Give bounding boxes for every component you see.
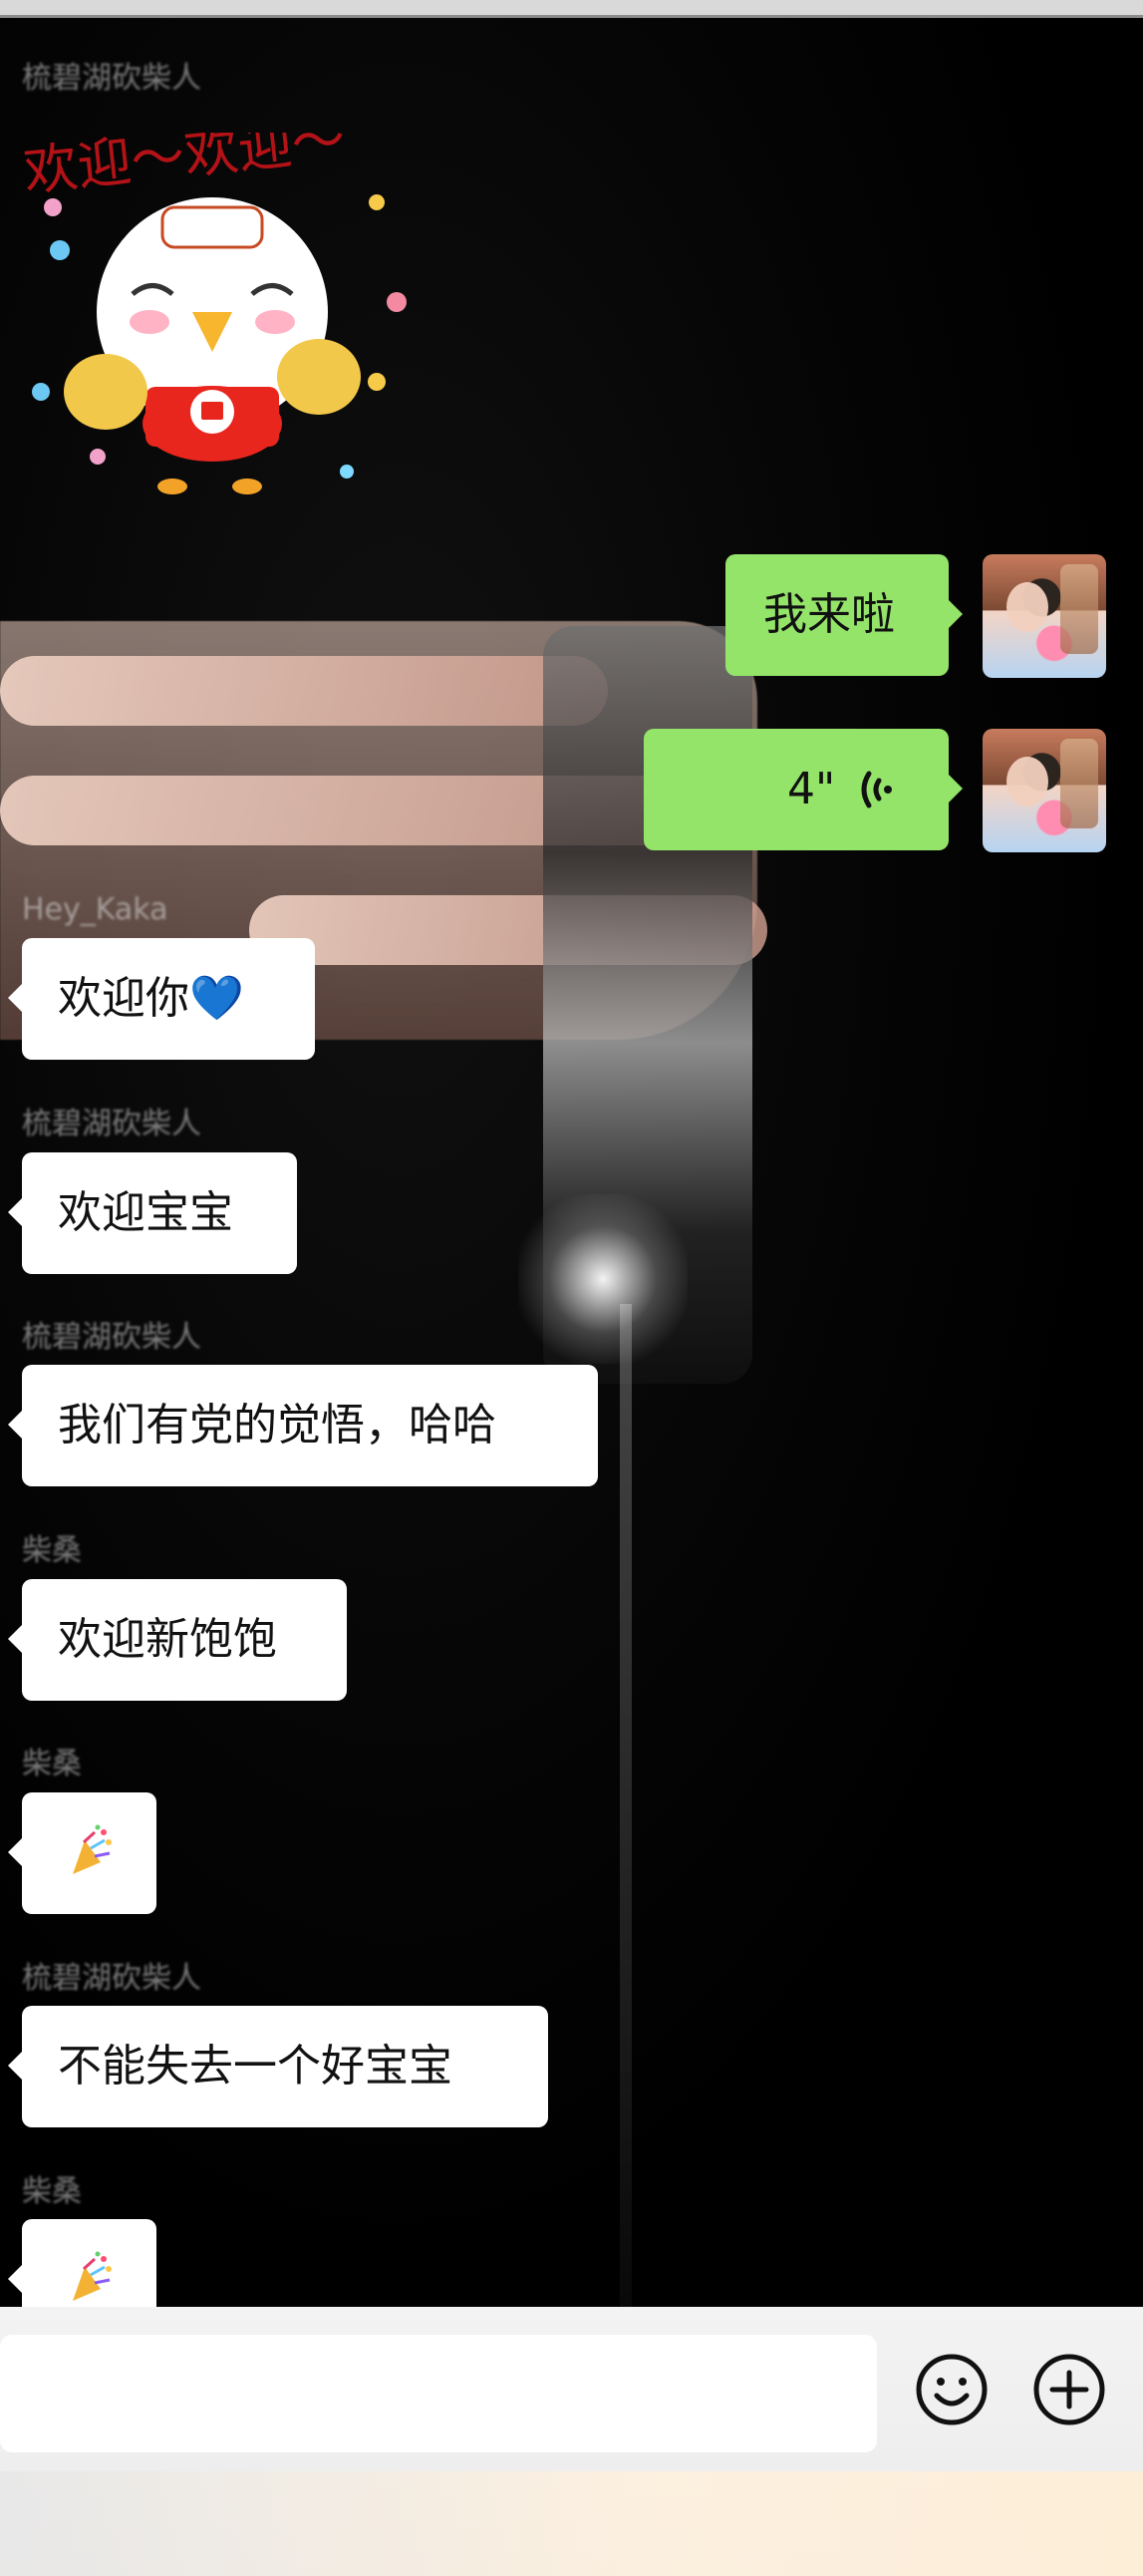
incoming-message-text: 不能失去一个好宝宝 xyxy=(58,2041,452,2092)
incoming-message[interactable]: 欢迎新饱饱 xyxy=(8,1579,347,1701)
welcome-sticker-image: 欢迎～欢迎～ xyxy=(21,107,407,494)
incoming-message[interactable]: 欢迎你💙 xyxy=(8,938,315,1060)
voice-duration: 4" xyxy=(787,764,836,814)
voice-icon xyxy=(861,771,892,808)
member-name: 梳碧湖砍柴人 xyxy=(22,1107,201,1141)
member-name: 柴桑 xyxy=(22,2174,82,2209)
avatar[interactable] xyxy=(983,554,1106,678)
welcome-sticker[interactable]: 欢迎～欢迎～ xyxy=(18,107,417,526)
voice-message[interactable]: 4" xyxy=(644,729,963,850)
incoming-message-text: 欢迎宝宝 xyxy=(58,1187,233,1238)
background-finger-1 xyxy=(0,656,608,726)
member-name: 柴桑 xyxy=(22,1533,82,1568)
incoming-emoji-message[interactable] xyxy=(8,2219,156,2307)
avatar[interactable] xyxy=(983,729,1106,852)
background-rod-art xyxy=(620,1304,632,2307)
member-name: 柴桑 xyxy=(22,1747,82,1781)
outgoing-message-text: 我来啦 xyxy=(763,589,895,640)
message-input-bar xyxy=(0,2307,1143,2576)
chat-background: 梳碧湖砍柴人 欢迎～欢迎～ 我来啦 4" Hey_Kaka 欢迎你💙 梳碧湖砍柴… xyxy=(0,18,1143,2307)
party-popper-icon xyxy=(73,1824,112,1874)
incoming-message[interactable]: 不能失去一个好宝宝 xyxy=(8,2006,548,2127)
background-glow-art xyxy=(518,1194,688,1364)
member-name: 梳碧湖砍柴人 xyxy=(22,61,201,96)
member-name: Hey_Kaka xyxy=(22,892,168,927)
outgoing-message[interactable]: 我来啦 xyxy=(725,554,963,676)
incoming-message[interactable]: 我们有党的觉悟，哈哈 xyxy=(8,1365,598,1486)
incoming-message-text: 我们有党的觉悟，哈哈 xyxy=(58,1400,496,1450)
member-name: 梳碧湖砍柴人 xyxy=(22,1320,201,1355)
plus-icon[interactable] xyxy=(1032,2353,1106,2426)
message-input[interactable] xyxy=(0,2335,877,2452)
incoming-emoji-message[interactable] xyxy=(8,1792,156,1914)
incoming-message[interactable]: 欢迎宝宝 xyxy=(8,1152,297,1274)
incoming-message-text: 欢迎新饱饱 xyxy=(58,1614,277,1665)
party-popper-icon xyxy=(73,2251,112,2301)
incoming-message-text: 欢迎你💙 xyxy=(58,973,244,1024)
top-strip xyxy=(0,0,1143,18)
emoji-icon[interactable] xyxy=(915,2353,989,2426)
member-name: 梳碧湖砍柴人 xyxy=(22,1961,201,1996)
